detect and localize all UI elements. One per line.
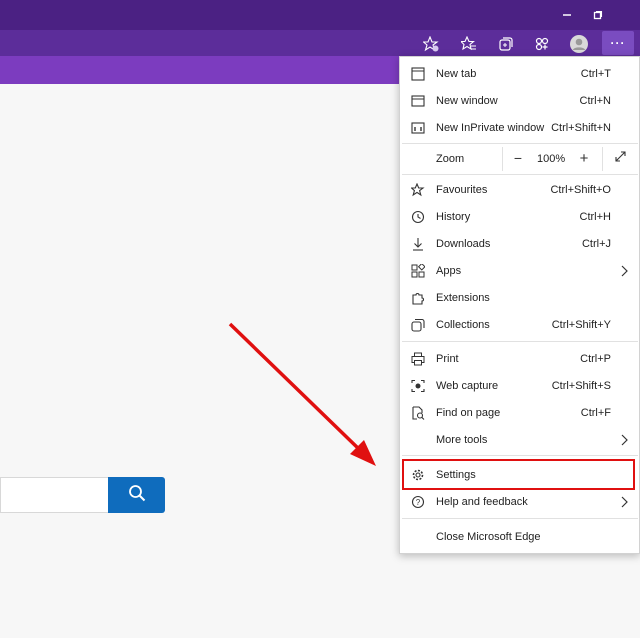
menu-shortcut: Ctrl+N [579,95,611,107]
menu-label: More tools [436,434,488,446]
profile-icon[interactable] [568,33,590,55]
search-button[interactable] [108,477,165,513]
menu-shortcut: Ctrl+J [581,238,611,250]
extensions-icon[interactable] [531,33,553,55]
menu-separator [402,341,638,342]
fullscreen-icon [614,150,627,166]
menu-item-history[interactable]: History Ctrl+H [400,203,639,230]
menu-item-apps[interactable]: Apps [400,257,639,284]
menu-item-new-tab[interactable]: New tab Ctrl+T [400,60,639,87]
find-icon [410,405,425,420]
new-window-icon [410,93,425,108]
menu-item-collections[interactable]: Collections Ctrl+Shift+Y [400,311,639,338]
zoom-value: 100% [537,153,566,165]
menu-label: New window [436,95,498,107]
title-bar [0,0,640,30]
menu-shortcut: Ctrl+H [579,211,611,223]
menu-item-web-capture[interactable]: Web capture Ctrl+Shift+S [400,372,639,399]
menu-item-find-on-page[interactable]: Find on page Ctrl+F [400,399,639,426]
more-icon[interactable]: ··· [602,31,634,55]
menu-separator [402,455,638,456]
zoom-divider [602,147,603,171]
new-tab-icon [410,66,425,81]
menu-label: Close Microsoft Edge [436,531,541,543]
menu-shortcut: Ctrl+T [580,68,611,80]
zoom-out-button[interactable]: − [509,149,527,167]
menu-item-favourites[interactable]: Favourites Ctrl+Shift+O [400,176,639,203]
more-label: ··· [610,36,626,50]
menu-label: Apps [436,265,462,277]
menu-shortcut: Ctrl+Shift+O [550,184,611,196]
chevron-right-icon [619,432,629,447]
menu-label: Favourites [436,184,488,196]
zoom-divider [502,147,503,171]
menu-label: History [436,211,471,223]
menu-item-more-tools[interactable]: More tools [400,426,639,453]
download-icon [410,236,425,251]
menu-item-extensions[interactable]: Extensions [400,284,639,311]
menu-label: Web capture [436,380,499,392]
menu-item-new-window[interactable]: New window Ctrl+N [400,87,639,114]
settings-highlight-box [402,459,635,490]
svg-text:?: ? [415,498,420,507]
chevron-right-icon [619,494,629,509]
menu-separator [402,518,638,519]
minimize-icon[interactable] [558,6,576,24]
menu-item-new-inprivate[interactable]: New InPrivate window Ctrl+Shift+N [400,114,639,141]
menu-separator [402,143,638,144]
browser-toolbar: ··· [0,30,640,56]
menu-label: Collections [436,319,490,331]
menu-label: Find on page [436,407,501,419]
restore-icon[interactable] [589,6,607,24]
collections-icon [410,317,425,332]
web-capture-icon [410,378,425,393]
search-input[interactable] [0,477,108,513]
zoom-label: Zoom [436,153,465,165]
puzzle-icon [410,290,425,305]
menu-item-close-edge[interactable]: Close Microsoft Edge [400,523,639,550]
menu-item-help[interactable]: ? Help and feedback [400,488,639,515]
fullscreen-button[interactable] [611,149,629,167]
menu-label: Help and feedback [436,496,528,508]
collections-icon[interactable] [495,33,517,55]
menu-label: Extensions [436,292,490,304]
chevron-right-icon [619,263,629,278]
history-icon [410,209,425,224]
menu-label: Downloads [436,238,491,250]
menu-shortcut: Ctrl+P [580,353,611,365]
minus-icon: − [513,150,523,166]
zoom-row: Zoom − 100% + [400,145,639,172]
menu-separator [402,174,638,175]
favourites-icon[interactable] [458,33,480,55]
print-icon [410,351,425,366]
apps-icon [410,263,425,278]
menu-label: Print [436,353,459,365]
menu-label: New tab [436,68,477,80]
menu-shortcut: Ctrl+Shift+Y [551,319,611,331]
plus-icon: + [579,149,589,167]
favourites-icon [410,182,425,197]
menu-shortcut: Ctrl+Shift+N [551,122,611,134]
menu-item-print[interactable]: Print Ctrl+P [400,345,639,372]
menu-shortcut: Ctrl+Shift+S [551,380,611,392]
menu-label: New InPrivate window [436,122,545,134]
add-favourite-icon[interactable] [420,33,442,55]
inprivate-icon [410,120,425,135]
menu-item-downloads[interactable]: Downloads Ctrl+J [400,230,639,257]
zoom-in-button[interactable]: + [575,149,593,167]
search-icon [128,484,146,507]
help-icon: ? [410,494,425,509]
menu-shortcut: Ctrl+F [580,407,611,419]
